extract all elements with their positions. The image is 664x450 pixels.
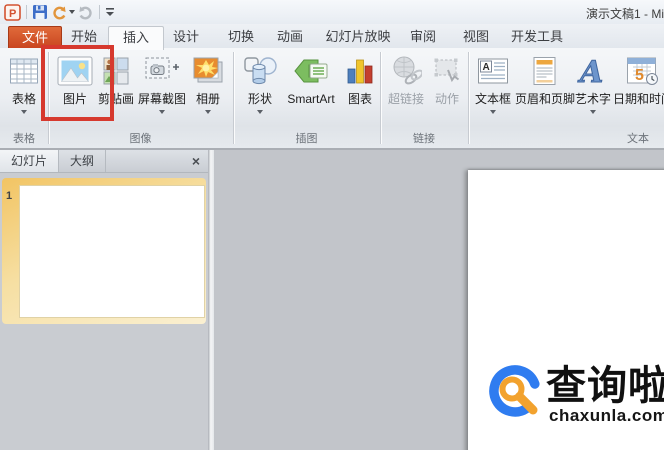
table-icon bbox=[9, 51, 39, 91]
ribbon-button-textbox[interactable]: A 文本框 bbox=[470, 51, 516, 137]
ribbon-button-label: 页眉和页脚 bbox=[515, 92, 576, 106]
toolbar-divider bbox=[99, 5, 100, 19]
powerpoint-app-icon[interactable]: P bbox=[4, 3, 21, 21]
save-icon[interactable] bbox=[32, 3, 48, 21]
chevron-down-icon bbox=[490, 110, 496, 114]
ribbon-button-screenshot[interactable]: 屏幕截图 bbox=[135, 51, 189, 137]
photo-album-icon bbox=[192, 51, 224, 91]
ribbon-button-smartart[interactable]: SmartArt bbox=[282, 51, 340, 137]
tab-animations[interactable]: 动画 bbox=[268, 26, 312, 48]
ribbon-button-label: 艺术字 bbox=[574, 92, 611, 106]
tab-design[interactable]: 设计 bbox=[164, 26, 208, 48]
ribbon-button-action: 动作 bbox=[428, 51, 466, 137]
ribbon-button-label: 动作 bbox=[434, 92, 459, 106]
tab-view[interactable]: 视图 bbox=[454, 26, 498, 48]
undo-dropdown-chevron-icon[interactable] bbox=[69, 3, 76, 21]
title-bar: P 演示文稿1 - Mic bbox=[0, 0, 664, 24]
group-label-links: 链接 bbox=[413, 133, 435, 145]
window-title: 演示文稿1 - Mic bbox=[585, 7, 664, 21]
chevron-down-icon bbox=[159, 110, 165, 114]
ribbon-button-label: SmartArt bbox=[287, 92, 335, 106]
slides-panel-tab-bar: 幻灯片 大纲 × bbox=[0, 150, 208, 173]
slides-panel: 幻灯片 大纲 × 1 bbox=[0, 150, 208, 450]
ribbon-button-shapes[interactable]: 形状 bbox=[238, 51, 282, 137]
slide-number: 1 bbox=[6, 190, 13, 202]
panel-tab-slides[interactable]: 幻灯片 bbox=[0, 150, 60, 172]
svg-text:P: P bbox=[9, 8, 16, 20]
hyperlink-icon bbox=[390, 51, 422, 91]
ribbon-button-label: 超链接 bbox=[387, 92, 424, 106]
quick-access-toolbar: P bbox=[4, 3, 115, 21]
toolbar-divider bbox=[26, 5, 27, 19]
editing-canvas: 查询啦 chaxunla.com bbox=[214, 150, 664, 450]
chevron-down-icon bbox=[21, 110, 27, 114]
powerpoint-window: P 演示文稿1 - Mic 文件 开始 插入 设计 切换 动画 幻灯片放映 审阅… bbox=[0, 0, 664, 450]
chevron-down-icon bbox=[257, 110, 263, 114]
ribbon-button-photo-album[interactable]: 相册 bbox=[189, 51, 227, 137]
redo-icon[interactable] bbox=[79, 3, 94, 21]
date-time-icon: 5 bbox=[626, 51, 660, 91]
header-footer-icon bbox=[532, 51, 558, 91]
ribbon-button-label: 表格 bbox=[11, 92, 36, 106]
ribbon-button-hyperlink: 超链接 bbox=[384, 51, 428, 137]
shapes-icon bbox=[243, 51, 277, 91]
customize-quick-access-toolbar-icon[interactable] bbox=[105, 3, 115, 21]
ribbon-button-date-time[interactable]: 5 日期和时间 bbox=[613, 51, 664, 137]
close-icon[interactable]: × bbox=[184, 150, 208, 172]
chevron-down-icon bbox=[205, 110, 211, 114]
action-icon bbox=[432, 51, 462, 91]
svg-text:5: 5 bbox=[635, 67, 644, 84]
watermark-domain-text: chaxunla.com bbox=[549, 406, 664, 425]
ribbon-button-chart[interactable]: 图表 bbox=[340, 51, 380, 137]
ribbon-button-table[interactable]: 表格 bbox=[2, 51, 46, 137]
slide-canvas[interactable]: 查询啦 chaxunla.com bbox=[468, 170, 664, 450]
group-label-illustrations: 插图 bbox=[295, 133, 318, 145]
tab-insert[interactable]: 插入 bbox=[108, 26, 164, 50]
ribbon-button-label: 文本框 bbox=[474, 92, 511, 106]
ribbon-button-header-footer[interactable]: 页眉和页脚 bbox=[515, 51, 576, 137]
textbox-icon: A bbox=[477, 51, 509, 91]
tab-transitions[interactable]: 切换 bbox=[219, 26, 263, 48]
smartart-icon bbox=[292, 51, 330, 91]
ribbon-button-label: 屏幕截图 bbox=[137, 92, 186, 106]
tab-review[interactable]: 审阅 bbox=[401, 26, 445, 48]
group-label-text: 文本 bbox=[627, 133, 649, 145]
screenshot-icon bbox=[144, 51, 180, 91]
ribbon-button-label: 形状 bbox=[247, 92, 272, 106]
chart-icon bbox=[346, 51, 374, 91]
svg-text:A: A bbox=[483, 62, 490, 73]
chaxunla-logo-icon bbox=[488, 364, 544, 427]
group-label-images: 图像 bbox=[129, 133, 152, 145]
slide-thumbnail-selection-glow bbox=[2, 178, 206, 324]
group-label-table: 表格 bbox=[13, 133, 35, 145]
watermark: 查询啦 chaxunla.com bbox=[488, 364, 664, 427]
panel-tab-outline[interactable]: 大纲 bbox=[59, 150, 107, 172]
undo-icon[interactable] bbox=[51, 3, 66, 21]
chevron-down-icon bbox=[590, 110, 596, 114]
slide-thumbnail[interactable] bbox=[19, 185, 205, 318]
tab-slideshow[interactable]: 幻灯片放映 bbox=[318, 26, 398, 48]
tab-developer[interactable]: 开发工具 bbox=[506, 26, 568, 48]
wordart-icon: A bbox=[577, 51, 609, 91]
ribbon-button-label: 日期和时间 bbox=[613, 92, 664, 106]
ribbon-button-wordart[interactable]: A 艺术字 bbox=[572, 51, 614, 137]
svg-text:A: A bbox=[577, 55, 603, 87]
ribbon-button-label: 相册 bbox=[195, 92, 220, 106]
ribbon-button-label: 图表 bbox=[347, 92, 372, 106]
highlight-rectangle bbox=[41, 45, 114, 121]
watermark-brand-text: 查询啦 bbox=[546, 362, 664, 409]
